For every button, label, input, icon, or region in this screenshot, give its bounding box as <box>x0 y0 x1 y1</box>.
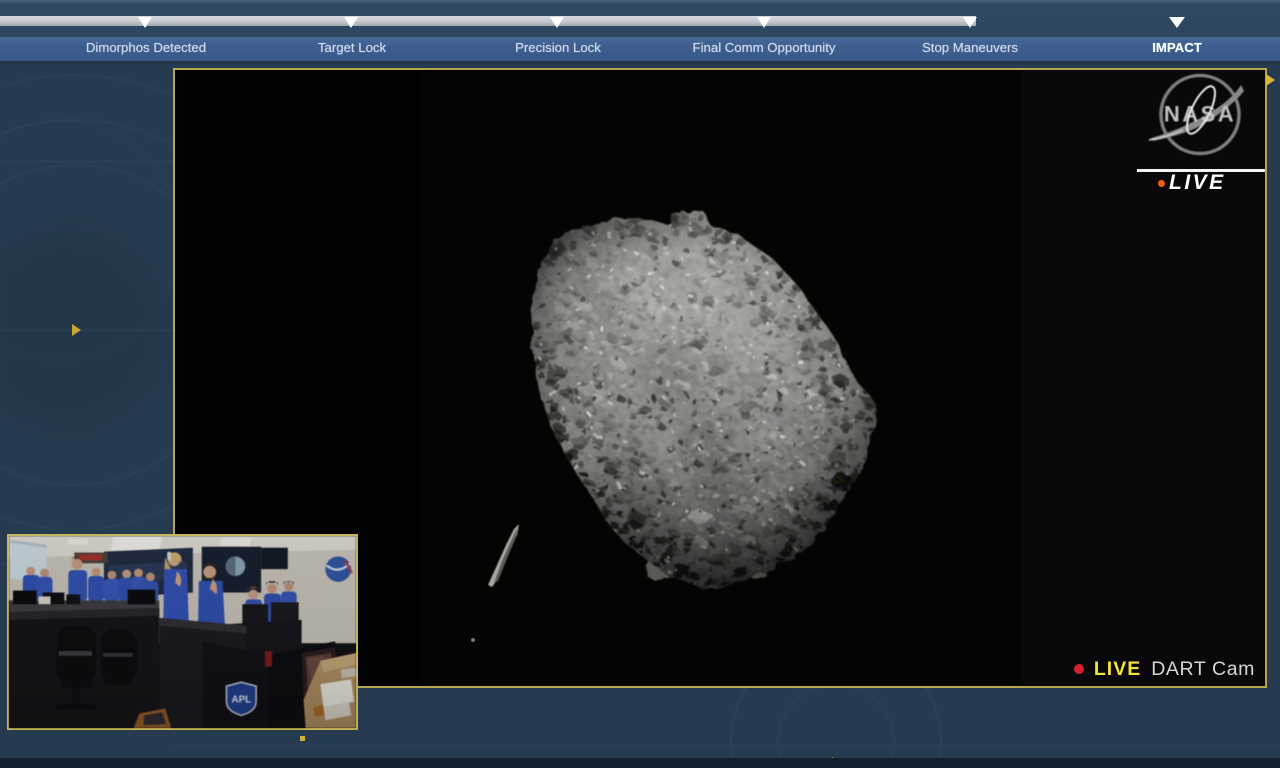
svg-text:NASA: NASA <box>1164 102 1236 127</box>
